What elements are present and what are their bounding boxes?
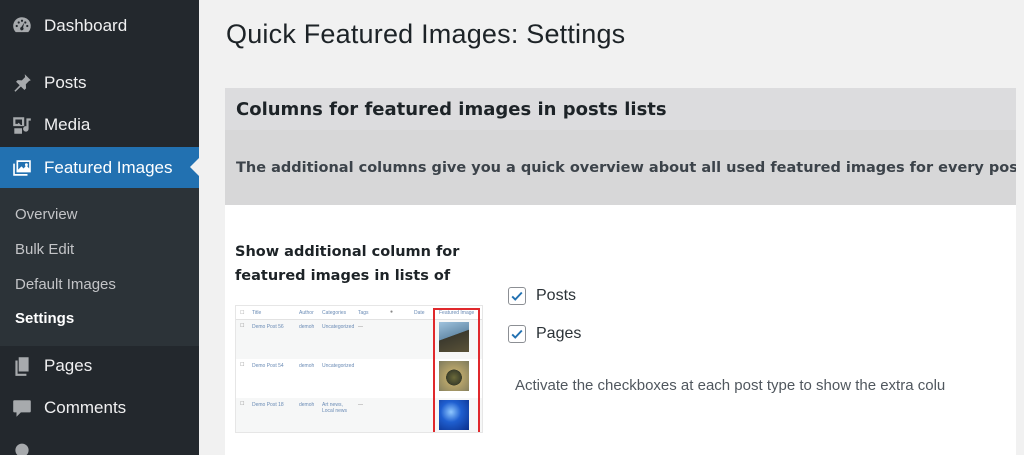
sidebar-item-partial[interactable]	[0, 440, 199, 455]
featured-images-submenu: Overview Bulk Edit Default Images Settin…	[0, 188, 199, 346]
sidebar-item-comments[interactable]: Comments	[0, 388, 199, 428]
thumb-header-checkbox: ☐	[240, 310, 245, 316]
sidebar-item-label: Media	[44, 115, 91, 134]
thumb-header-date: Date	[414, 310, 425, 316]
sidebar-item-posts[interactable]: Posts	[0, 63, 199, 103]
section-header: Columns for featured images in posts lis…	[225, 88, 1024, 130]
thumb-header-title: Title	[252, 310, 262, 316]
row-label-line-2: featured images in lists of	[235, 268, 451, 284]
vertical-scrollbar[interactable]	[1016, 0, 1024, 455]
sidebar-item-featured-images[interactable]: Featured Images	[0, 147, 199, 188]
sidebar-item-label: Pages	[44, 356, 93, 375]
submenu-settings[interactable]: Settings	[15, 310, 74, 327]
thumb-row-category: Art news, Local news	[322, 402, 348, 414]
thumb-row-category: Uncategorized	[322, 324, 355, 330]
thumb-row-tags: —	[358, 324, 363, 330]
pages-checkbox[interactable]	[508, 325, 526, 343]
main-content: Quick Featured Images: Settings Columns …	[199, 0, 1024, 455]
pages-checkbox-label: Pages	[536, 325, 582, 342]
featured-images-icon	[0, 157, 44, 179]
section-heading: Columns for featured images in posts lis…	[236, 99, 667, 120]
media-icon	[0, 114, 44, 136]
row-label-line-1: Show additional column for	[235, 244, 460, 260]
highlight-frame	[433, 308, 480, 432]
thumb-row-title: Demo Post 54	[252, 363, 284, 369]
thumb-row-checkbox: ☐	[240, 323, 245, 329]
example-screenshot: ☐ Title Author Categories Tags ● Date Fe…	[235, 305, 483, 433]
sidebar-item-dashboard[interactable]: Dashboard	[0, 6, 199, 46]
thumb-row-author: demoh	[299, 324, 315, 330]
posts-checkbox-label: Posts	[536, 287, 577, 304]
thumb-row-title: Demo Post 56	[252, 324, 284, 330]
thumb-row-author: demoh	[299, 363, 315, 369]
help-text: Activate the checkboxes at each post typ…	[515, 377, 946, 394]
submenu-bulk-edit[interactable]: Bulk Edit	[15, 241, 74, 258]
thumb-header-author: Author	[299, 310, 314, 316]
comments-icon	[0, 397, 44, 419]
submenu-default-images[interactable]: Default Images	[15, 276, 116, 293]
thumb-row-author: demoh	[299, 402, 315, 408]
posts-checkbox-row[interactable]: Posts	[508, 287, 576, 305]
pages-icon	[0, 355, 44, 377]
pages-checkbox-row[interactable]: Pages	[508, 325, 581, 343]
thumb-row-checkbox: ☐	[240, 362, 245, 368]
thumb-header-tags: Tags	[358, 310, 369, 316]
dashboard-icon	[0, 15, 44, 37]
scrollbar-thumb[interactable]	[1016, 0, 1024, 340]
thumb-row-checkbox: ☐	[240, 401, 245, 407]
sidebar-item-label: Featured Images	[44, 157, 173, 177]
thumb-comment-icon: ●	[390, 309, 394, 315]
pushpin-icon	[0, 72, 44, 94]
thumb-row-title: Demo Post 18	[252, 402, 284, 408]
section-description: The additional columns give you a quick …	[236, 160, 1024, 176]
sidebar-item-label: Dashboard	[44, 16, 128, 35]
thumb-row-category: Uncategorized	[322, 363, 355, 369]
thumb-row-tags: —	[358, 402, 363, 408]
checkmark-icon	[511, 329, 523, 339]
section-description-box: The additional columns give you a quick …	[225, 130, 1024, 205]
sidebar-item-media[interactable]: Media	[0, 105, 199, 145]
thumb-header-categories: Categories	[322, 310, 347, 316]
admin-sidebar: Dashboard Posts Media Featured Images Ov…	[0, 0, 199, 455]
sidebar-item-label: Posts	[44, 73, 87, 92]
checkmark-icon	[511, 291, 523, 301]
submenu-overview[interactable]: Overview	[15, 206, 78, 223]
settings-form-row: Show additional column for featured imag…	[225, 205, 1024, 455]
row-label: Show additional column for featured imag…	[235, 240, 459, 288]
sidebar-item-label: Comments	[44, 398, 127, 417]
sidebar-item-pages[interactable]: Pages	[0, 346, 199, 386]
page-title: Quick Featured Images: Settings	[226, 19, 626, 49]
appearance-icon	[0, 440, 44, 455]
posts-checkbox[interactable]	[508, 287, 526, 305]
